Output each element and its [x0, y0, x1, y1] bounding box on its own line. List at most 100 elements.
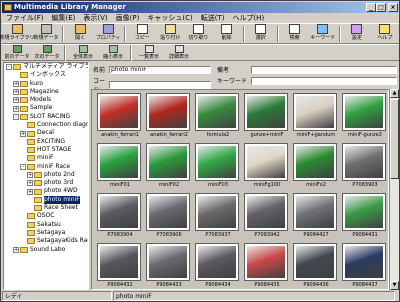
expand-icon[interactable]: +: [13, 89, 19, 96]
thumbnail[interactable]: miniF02: [144, 143, 192, 191]
menu-item[interactable]: ファイル(F): [2, 13, 48, 23]
thumbnail[interactable]: P9084436: [291, 243, 339, 289]
tree-item[interactable]: + Decal: [4, 129, 88, 137]
scroll-thumb[interactable]: [390, 99, 399, 179]
thumbnail[interactable]: anakin_ferrari2: [144, 93, 192, 141]
tree-item[interactable]: photo miniF: [4, 195, 88, 205]
tree-item[interactable]: Connection diagram: [4, 121, 88, 129]
tree-item[interactable]: SetagayaKids Race: [4, 237, 88, 245]
detail-view-button[interactable]: 詳細表示: [164, 45, 194, 60]
keyword-field[interactable]: [251, 76, 397, 85]
menu-item[interactable]: キャッシュ(C): [143, 13, 196, 23]
thumbnail[interactable]: P9084432: [95, 243, 143, 289]
menu-item[interactable]: 編集(E): [48, 13, 80, 23]
list-view-button[interactable]: 一覧表示: [134, 45, 164, 60]
full-view-button[interactable]: 全体表示: [68, 45, 98, 60]
thumbnail[interactable]: P9084431: [340, 193, 388, 241]
tree-item[interactable]: + photo 4WD: [4, 187, 88, 195]
menu-item[interactable]: ヘルプ(H): [228, 13, 268, 23]
folder-tree[interactable]: -マルチメディア ライブラリインボックス+kuro+Magazine+Model…: [3, 62, 89, 290]
expand-icon[interactable]: +: [27, 188, 33, 195]
shrink-view-button[interactable]: 縮小表示: [98, 45, 128, 60]
properties-button[interactable]: プロパティ: [94, 24, 122, 43]
tree-item[interactable]: EXCITING: [4, 138, 88, 146]
thumbnail[interactable]: P9084435: [242, 243, 290, 289]
app-icon[interactable]: [4, 4, 12, 11]
vertical-scrollbar[interactable]: ▲ ▼: [389, 89, 399, 290]
tree-item[interactable]: インボックス: [4, 71, 88, 79]
menu-item[interactable]: 表示(V): [79, 13, 111, 23]
thumbnail[interactable]: miniF+gandum: [291, 93, 339, 141]
new-library-button[interactable]: 新規ライブラリ: [0, 24, 35, 43]
expand-icon[interactable]: +: [13, 97, 19, 104]
select-button[interactable]: 選択: [247, 24, 275, 43]
minimize-button[interactable]: _: [366, 3, 376, 12]
tree-item[interactable]: + Models: [4, 96, 88, 104]
thumbnail[interactable]: P7083906: [144, 193, 192, 241]
tree-item[interactable]: + kuro: [4, 80, 88, 88]
toolbar-label: 全体表示: [72, 54, 93, 60]
search-button[interactable]: 検索: [281, 24, 309, 43]
keyword-button[interactable]: キーワード: [309, 24, 337, 43]
tree-item[interactable]: - miniF Race: [4, 163, 88, 171]
thumbnail[interactable]: P9084434: [193, 243, 241, 289]
thumbnail[interactable]: miniFx2: [291, 143, 339, 191]
tree-item[interactable]: + photo 3rd: [4, 179, 88, 187]
scroll-down-button[interactable]: ▼: [390, 281, 399, 290]
toolbar-label: 詳細表示: [168, 54, 189, 60]
collapse-icon[interactable]: -: [20, 163, 26, 170]
paste-button[interactable]: 貼り付け: [156, 24, 184, 43]
menu-item[interactable]: 転送(T): [197, 13, 229, 23]
tree-item[interactable]: miniF: [4, 154, 88, 162]
thumbnail[interactable]: miniFg100: [242, 143, 290, 191]
thumbnail[interactable]: anakin_ferrari1: [95, 93, 143, 141]
thumbnail[interactable]: P9084437: [340, 243, 388, 289]
maximize-button[interactable]: □: [376, 3, 386, 12]
thumbnail[interactable]: miniF-gunze2: [340, 93, 388, 141]
cut-button[interactable]: 切り取り: [184, 24, 212, 43]
expand-icon[interactable]: +: [27, 180, 33, 187]
collapse-icon[interactable]: -: [13, 113, 19, 120]
tree-item[interactable]: + Sample: [4, 104, 88, 112]
title-bar[interactable]: Multimedia Library Manager _ □ ×: [2, 2, 399, 13]
thumbnail[interactable]: gunze+miniF: [242, 93, 290, 141]
prev-data-button[interactable]: 前のデータ: [2, 45, 32, 60]
expand-icon[interactable]: +: [13, 105, 19, 112]
close-button[interactable]: ×: [388, 3, 398, 12]
tree-item[interactable]: + Sound Labo: [4, 246, 88, 254]
tree-item[interactable]: HOT STAGE: [4, 146, 88, 154]
expand-icon[interactable]: +: [13, 80, 19, 87]
expand-icon[interactable]: +: [20, 130, 26, 137]
thumbnail[interactable]: formula2: [193, 93, 241, 141]
thumbnail[interactable]: P9084427: [291, 193, 339, 241]
thumbnail[interactable]: P7083903: [340, 143, 388, 191]
settings-button[interactable]: 設定: [343, 24, 371, 43]
tree-item[interactable]: Race Sheet: [4, 204, 88, 212]
new-data-button[interactable]: 新規データ: [32, 24, 60, 43]
code-field[interactable]: [109, 81, 211, 89]
tree-item[interactable]: + photo 2nd: [4, 171, 88, 179]
tree-item[interactable]: - SLOT RACING: [4, 113, 88, 121]
tree-item[interactable]: Setagaya: [4, 229, 88, 237]
copy-button[interactable]: コピー: [128, 24, 156, 43]
menu-item[interactable]: 画像(P): [112, 13, 144, 23]
thumbnail[interactable]: miniF01: [95, 143, 143, 191]
thumbnail[interactable]: P7083942: [242, 193, 290, 241]
expand-icon[interactable]: +: [13, 246, 19, 253]
tree-item[interactable]: Sakatsu: [4, 221, 88, 229]
thumbnail[interactable]: P9084433: [144, 243, 192, 289]
tree-item[interactable]: + Magazine: [4, 88, 88, 96]
open-button[interactable]: 開く: [66, 24, 94, 43]
collapse-icon[interactable]: -: [6, 64, 12, 71]
scroll-up-button[interactable]: ▲: [390, 89, 399, 98]
name-field[interactable]: [109, 65, 211, 74]
thumbnail[interactable]: P7083904: [95, 193, 143, 241]
next-data-button[interactable]: 次のデータ: [32, 45, 62, 60]
expand-icon[interactable]: +: [27, 172, 33, 178]
thumbnail[interactable]: miniF03: [193, 143, 241, 191]
help-button[interactable]: ヘルプ: [371, 24, 399, 43]
tree-item[interactable]: OSOC: [4, 212, 88, 220]
note-field[interactable]: [251, 65, 397, 74]
thumbnail[interactable]: P7083937: [193, 193, 241, 241]
delete-button[interactable]: 削除: [212, 24, 240, 43]
